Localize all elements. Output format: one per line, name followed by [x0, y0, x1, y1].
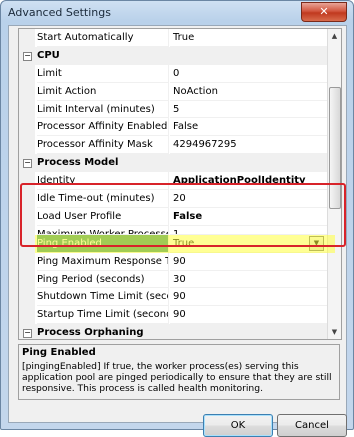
property-row[interactable]: Maximum Worker Processes 1: [19, 225, 327, 235]
ok-button[interactable]: OK: [203, 414, 273, 437]
property-row[interactable]: Ping Period (seconds) 30: [19, 270, 327, 289]
dropdown-arrow-icon[interactable]: ▼: [309, 235, 324, 251]
property-row[interactable]: Startup Time Limit (seconds) 90: [19, 306, 327, 325]
window-title: Advanced Settings: [8, 6, 111, 19]
category-row[interactable]: − Process Orphaning: [19, 324, 327, 339]
property-row[interactable]: Ping Maximum Response Time (s90: [19, 252, 327, 271]
category-label: Process Model: [37, 157, 119, 169]
row-margin: [19, 270, 35, 289]
row-margin: [19, 190, 35, 208]
description-title: Ping Enabled: [22, 347, 96, 358]
property-value[interactable]: 1: [170, 226, 327, 235]
scroll-down-arrow-icon[interactable]: ▼: [329, 326, 340, 338]
advanced-settings-window: Advanced Settings ✕ Start Automatically T…: [0, 0, 354, 437]
scroll-thumb[interactable]: [329, 87, 341, 209]
property-value[interactable]: False: [170, 118, 327, 137]
property-value[interactable]: 30: [170, 271, 327, 289]
property-row[interactable]: Identity ApplicationPoolIdentity: [19, 172, 327, 191]
property-name: Limit: [37, 64, 169, 83]
row-margin: [19, 207, 35, 226]
row-margin: [19, 225, 35, 235]
property-value[interactable]: NoAction: [170, 83, 327, 101]
property-value[interactable]: 5: [170, 101, 327, 119]
scroll-up-arrow-icon[interactable]: ▲: [329, 30, 340, 42]
row-margin: [19, 82, 35, 101]
row-margin: [19, 288, 35, 307]
row-margin: [19, 100, 35, 119]
category-label: CPU: [37, 49, 60, 61]
property-value[interactable]: True: [170, 234, 327, 253]
description-text: [pingingEnabled] If true, the worker pro…: [22, 361, 332, 394]
property-value[interactable]: False: [170, 208, 327, 226]
collapse-toggle-icon[interactable]: −: [23, 329, 32, 339]
property-name: Limit Interval (minutes): [37, 100, 169, 119]
collapse-toggle-icon[interactable]: −: [23, 51, 32, 61]
property-name: Ping Maximum Response Time (s: [37, 252, 169, 271]
property-row[interactable]: Load User Profile False: [19, 207, 327, 226]
row-margin: [19, 118, 35, 137]
property-row[interactable]: Start Automatically True: [19, 29, 327, 47]
property-row[interactable]: Limit Interval (minutes) 5: [19, 100, 327, 119]
property-name: Identity: [37, 172, 169, 191]
row-margin: [19, 64, 35, 83]
collapse-toggle-icon[interactable]: −: [23, 159, 32, 169]
property-name: Idle Time-out (minutes): [37, 190, 169, 208]
property-grid[interactable]: Start Automatically True − CPU Limit 0 Limit A…: [18, 28, 342, 340]
property-name: Shutdown Time Limit (seconds): [37, 288, 169, 307]
dialog-client-area: Start Automatically True − CPU Limit 0 Limit A…: [8, 25, 347, 437]
property-value[interactable]: 90: [170, 253, 327, 271]
property-row[interactable]: Shutdown Time Limit (seconds)90: [19, 288, 327, 307]
property-name: Startup Time Limit (seconds): [37, 306, 169, 325]
category-row[interactable]: − CPU: [19, 46, 327, 65]
property-row[interactable]: Limit 0: [19, 64, 327, 83]
property-value[interactable]: 0: [170, 65, 327, 83]
property-value[interactable]: ApplicationPoolIdentity: [170, 172, 327, 191]
property-name: Processor Affinity Enabled: [37, 118, 169, 137]
cancel-button[interactable]: Cancel: [277, 414, 347, 437]
vertical-scrollbar[interactable]: ▲ ▼: [327, 29, 341, 339]
property-value[interactable]: 20: [170, 190, 327, 208]
property-name: Load User Profile: [37, 207, 169, 226]
row-margin: [19, 172, 35, 191]
title-bar[interactable]: Advanced Settings ✕: [1, 1, 353, 25]
property-value[interactable]: 90: [170, 306, 327, 325]
category-label: Process Orphaning: [37, 327, 144, 339]
category-row[interactable]: − Process Model: [19, 154, 327, 173]
property-name: Limit Action: [37, 82, 169, 101]
property-name: Ping Enabled: [37, 234, 169, 253]
property-rows: Start Automatically True − CPU Limit 0 Limit A…: [19, 29, 327, 339]
property-row[interactable]: Processor Affinity Enabled False: [19, 118, 327, 137]
row-margin: [19, 136, 35, 155]
close-icon: ✕: [319, 5, 329, 18]
description-panel: Ping Enabled [pingingEnabled] If true, t…: [18, 344, 340, 400]
property-row-selected[interactable]: Ping Enabled True ▼: [19, 234, 327, 253]
property-value[interactable]: 90: [170, 288, 327, 307]
property-value[interactable]: 4294967295: [170, 136, 327, 155]
row-margin: [19, 29, 35, 47]
property-row[interactable]: Limit Action NoAction: [19, 82, 327, 101]
property-name: Processor Affinity Mask: [37, 136, 169, 155]
property-row[interactable]: Idle Time-out (minutes) 20: [19, 190, 327, 208]
property-value[interactable]: True: [170, 29, 327, 47]
property-name: Ping Period (seconds): [37, 270, 169, 289]
row-margin: [19, 234, 35, 253]
row-margin: [19, 306, 35, 325]
property-name: Start Automatically: [37, 29, 169, 47]
property-row[interactable]: Processor Affinity Mask 4294967295: [19, 136, 327, 155]
property-name: Maximum Worker Processes: [37, 225, 169, 235]
close-button[interactable]: ✕: [301, 2, 347, 22]
row-margin: [19, 252, 35, 271]
